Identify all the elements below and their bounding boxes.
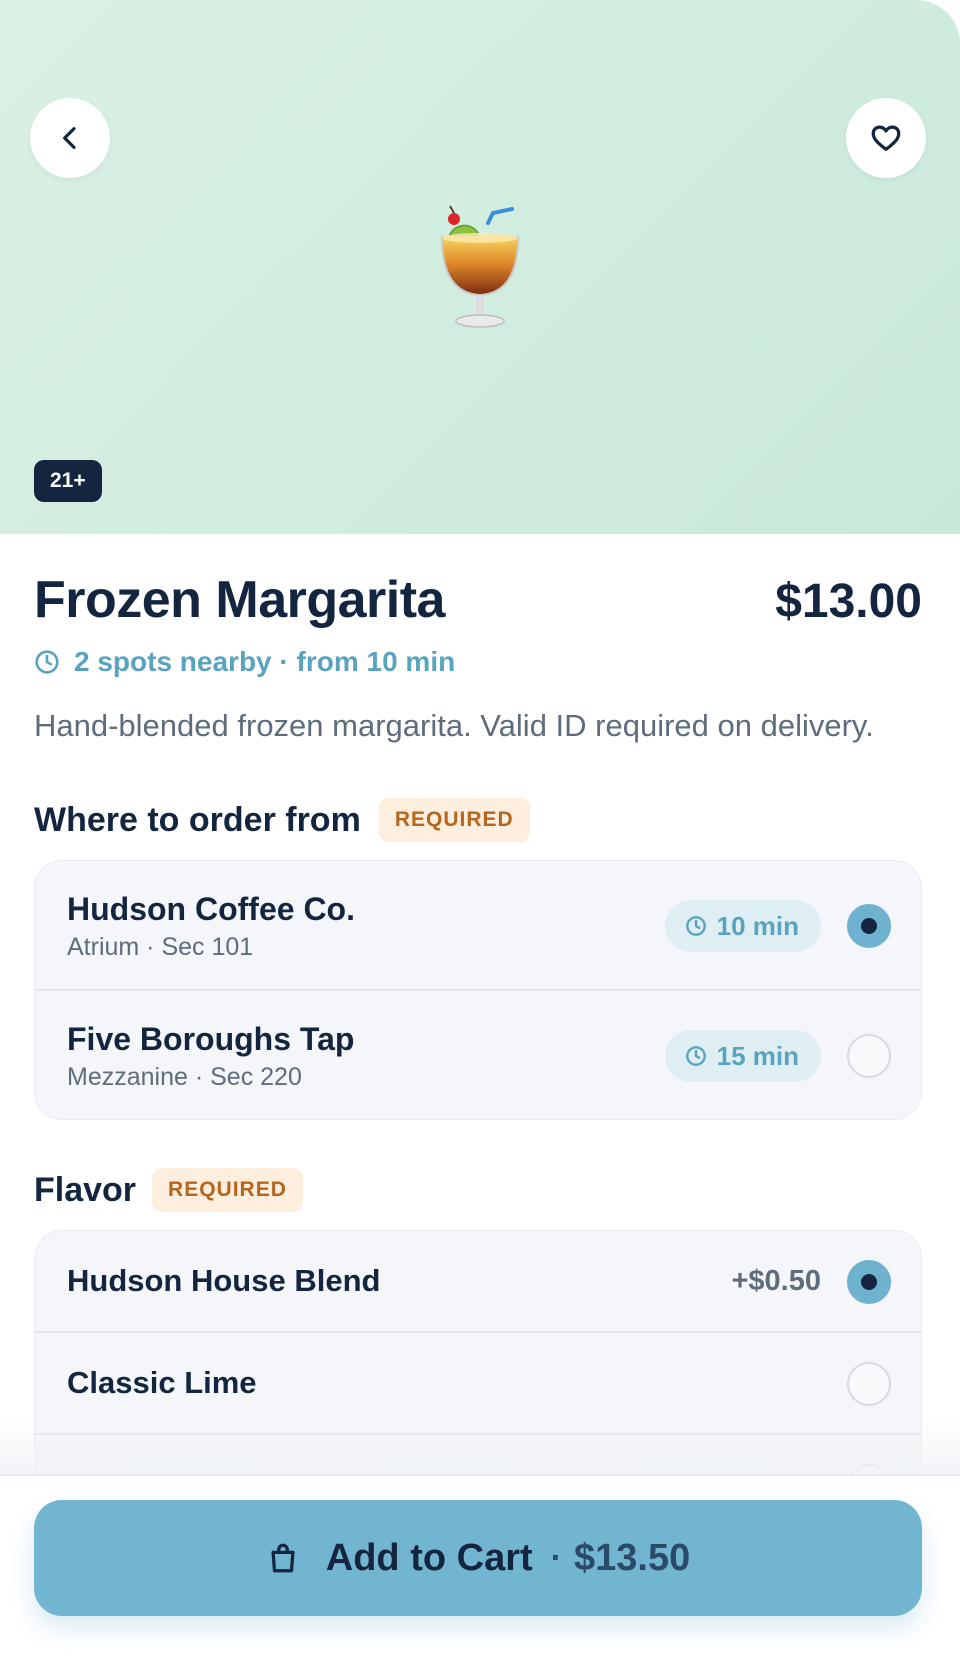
radio-unselected[interactable] xyxy=(847,1362,891,1406)
heart-icon xyxy=(871,125,901,151)
product-hero: 21+ xyxy=(0,0,960,534)
flavor-section-header: Flavor REQUIRED xyxy=(34,1168,303,1212)
radio-selected[interactable] xyxy=(847,1260,891,1304)
location-subtitle: Mezzanine · Sec 220 xyxy=(67,1063,302,1091)
eta-text: 15 min xyxy=(716,1040,799,1071)
favorite-button[interactable] xyxy=(846,98,926,178)
flavor-surcharge: +$0.50 xyxy=(731,1265,821,1297)
product-detail-screen: 21+ Frozen Margarita $13.00 2 spots near… xyxy=(0,0,960,1674)
age-restriction-badge: 21+ xyxy=(34,460,102,502)
clock-icon xyxy=(685,916,706,936)
add-to-cart-button[interactable]: Add to Cart · $13.50 xyxy=(34,1500,922,1616)
tropical-drink-icon xyxy=(440,205,520,328)
location-name: Hudson Coffee Co. xyxy=(67,891,355,927)
radio-unselected[interactable] xyxy=(847,1034,891,1078)
scroll-fade xyxy=(0,1420,960,1476)
required-badge: REQUIRED xyxy=(152,1168,303,1212)
chevron-left-icon xyxy=(63,127,76,149)
eta-text: 10 min xyxy=(716,910,799,941)
availability-info: 2 spots nearby · from 10 min xyxy=(34,646,455,678)
location-options: Hudson Coffee Co. Atrium · Sec 101 10 mi… xyxy=(34,860,922,1120)
cart-total: $13.50 xyxy=(573,1536,691,1579)
product-description: Hand-blended frozen margarita. Valid ID … xyxy=(34,708,874,743)
cart-separator: · xyxy=(550,1538,562,1577)
eta-pill: 10 min xyxy=(664,900,821,952)
shopping-bag-icon xyxy=(271,1543,295,1573)
flavor-name: Hudson House Blend xyxy=(67,1263,381,1298)
product-price: $13.00 xyxy=(775,575,922,628)
add-to-cart-label: Add to Cart xyxy=(325,1536,533,1579)
back-button[interactable] xyxy=(30,98,110,178)
location-section-title: Where to order from xyxy=(34,800,361,839)
product-title: Frozen Margarita xyxy=(34,571,445,629)
flavor-option[interactable]: Hudson House Blend +$0.50 xyxy=(35,1231,921,1333)
clock-icon xyxy=(35,650,59,674)
required-badge: REQUIRED xyxy=(378,798,530,842)
clock-icon xyxy=(685,1046,706,1066)
flavor-name: Classic Lime xyxy=(67,1365,257,1400)
location-subtitle: Atrium · Sec 101 xyxy=(67,933,254,961)
availability-text: 2 spots nearby · from 10 min xyxy=(74,646,456,677)
radio-selected[interactable] xyxy=(847,904,891,948)
location-name: Five Boroughs Tap xyxy=(67,1021,355,1057)
location-option[interactable]: Hudson Coffee Co. Atrium · Sec 101 10 mi… xyxy=(35,861,921,991)
eta-pill: 15 min xyxy=(664,1030,821,1082)
flavor-section-title: Flavor xyxy=(34,1170,137,1209)
location-option[interactable]: Five Boroughs Tap Mezzanine · Sec 220 15… xyxy=(35,991,921,1119)
location-section-header: Where to order from REQUIRED xyxy=(34,798,530,842)
